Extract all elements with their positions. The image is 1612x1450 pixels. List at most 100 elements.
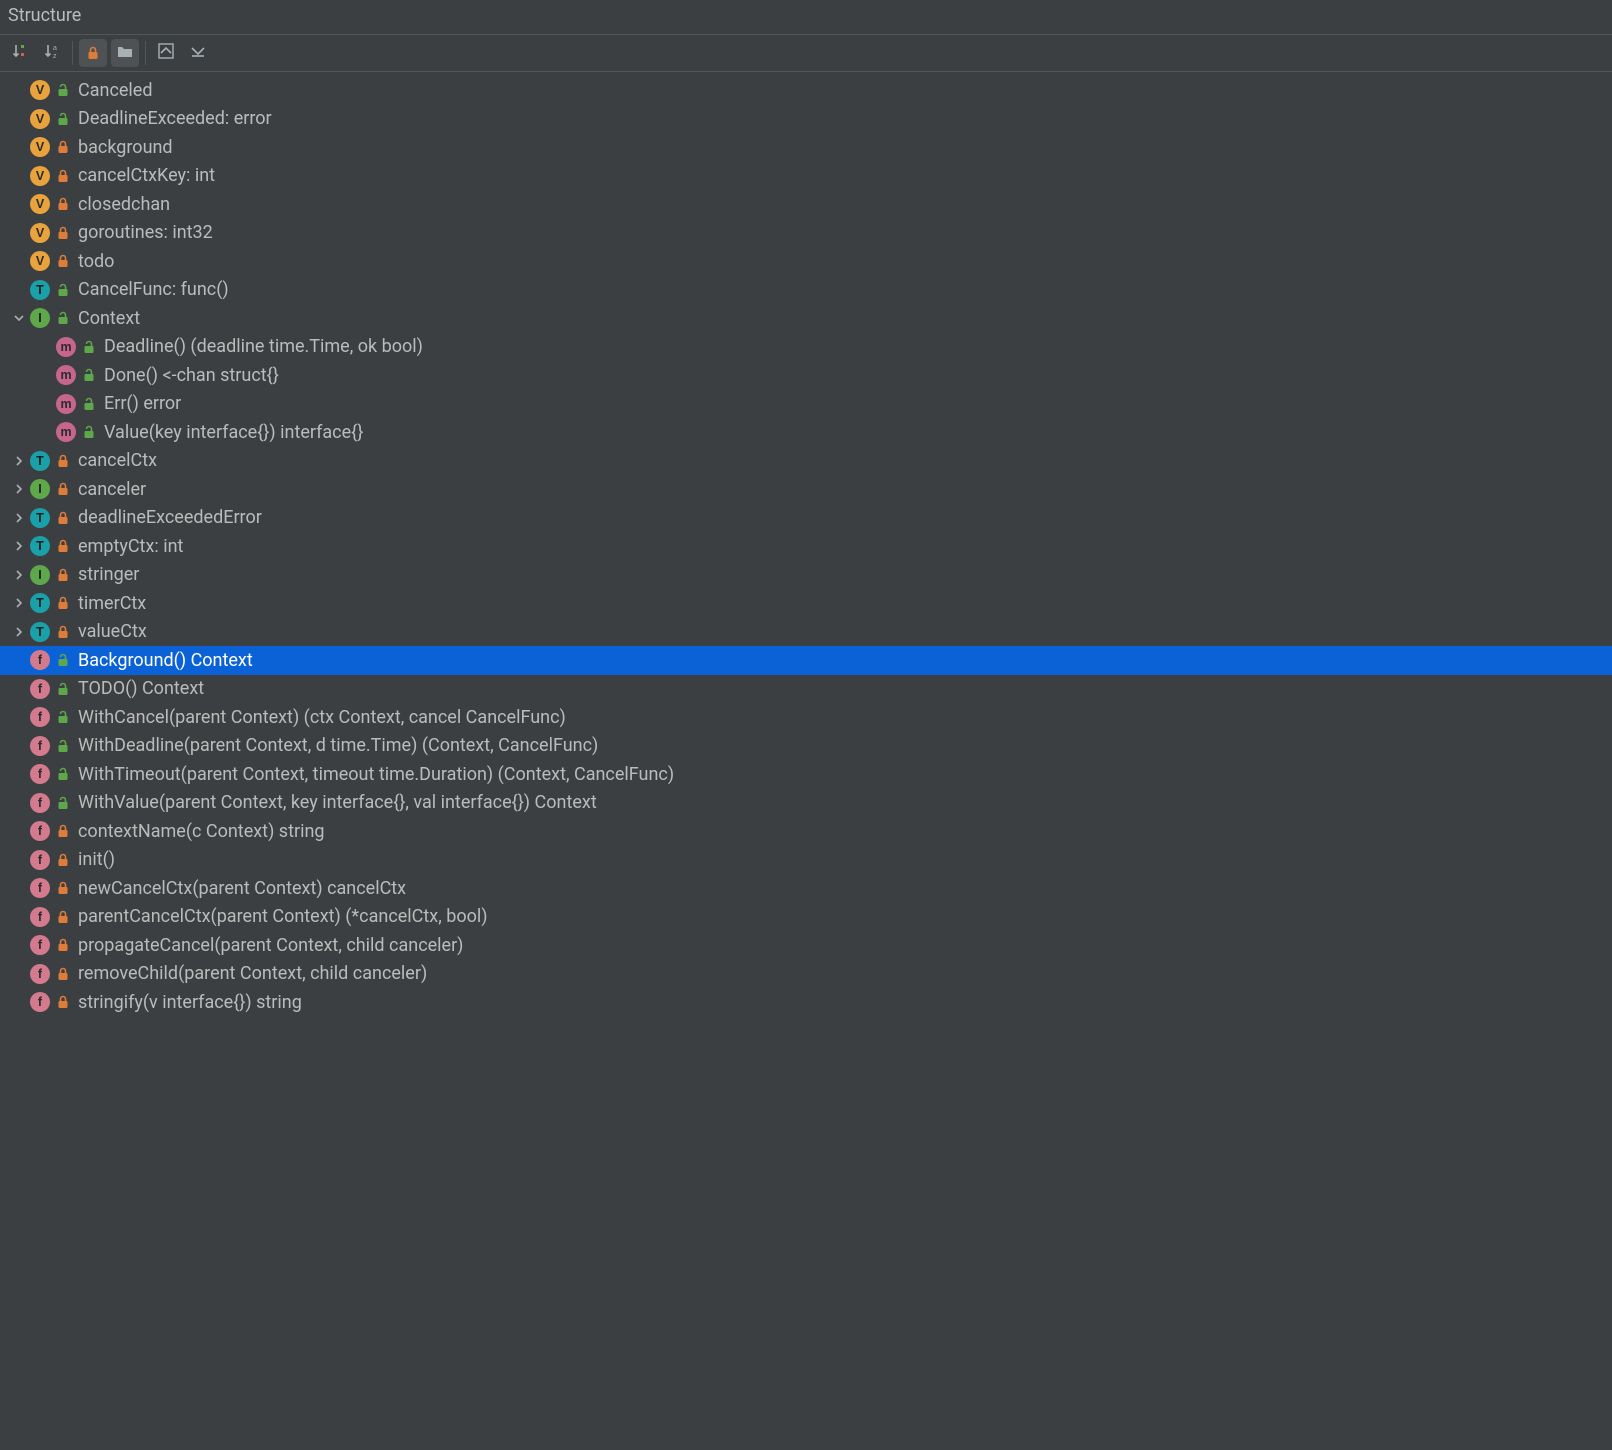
lock-icon bbox=[54, 824, 72, 838]
toolbar-separator bbox=[72, 41, 73, 65]
sort-alphabetically-icon: a z bbox=[42, 41, 62, 66]
kind-badge-interface: I bbox=[30, 479, 50, 499]
expand-all-button[interactable] bbox=[152, 39, 180, 67]
unlock-icon bbox=[80, 425, 98, 439]
tree-row[interactable]: f TODO() Context bbox=[0, 675, 1612, 704]
tree-row[interactable]: T emptyCtx: int bbox=[0, 532, 1612, 561]
chevron-right-icon[interactable] bbox=[8, 483, 30, 495]
kind-badge-variable: V bbox=[30, 166, 50, 186]
tree-row[interactable]: I canceler bbox=[0, 475, 1612, 504]
kind-badge-type: T bbox=[30, 622, 50, 642]
tree-item-label: removeChild(parent Context, child cancel… bbox=[78, 963, 427, 984]
tree-item-label: newCancelCtx(parent Context) cancelCtx bbox=[78, 878, 406, 899]
tree-row[interactable]: V Canceled bbox=[0, 76, 1612, 105]
kind-badge-type: T bbox=[30, 280, 50, 300]
tree-row[interactable]: V cancelCtxKey: int bbox=[0, 162, 1612, 191]
tree-row[interactable]: m Err() error bbox=[0, 390, 1612, 419]
kind-badge-variable: V bbox=[30, 223, 50, 243]
sort-alphabetically-button[interactable]: a z bbox=[38, 39, 66, 67]
tree-row[interactable]: f WithTimeout(parent Context, timeout ti… bbox=[0, 760, 1612, 789]
kind-badge-function: f bbox=[30, 964, 50, 984]
kind-badge-function: f bbox=[30, 650, 50, 670]
chevron-down-icon[interactable] bbox=[8, 312, 30, 324]
unlock-icon bbox=[54, 710, 72, 724]
lock-icon bbox=[54, 511, 72, 525]
collapse-all-icon bbox=[188, 41, 208, 66]
panel-title-text: Structure bbox=[8, 5, 81, 26]
tree-item-label: WithValue(parent Context, key interface{… bbox=[78, 792, 597, 813]
tree-item-label: Done() <-chan struct{} bbox=[104, 365, 279, 386]
lock-icon bbox=[54, 169, 72, 183]
tree-row[interactable]: I Context bbox=[0, 304, 1612, 333]
chevron-right-icon[interactable] bbox=[8, 512, 30, 524]
kind-badge-function: f bbox=[30, 907, 50, 927]
tree-item-label: Value(key interface{}) interface{} bbox=[104, 422, 363, 443]
tree-item-label: Canceled bbox=[78, 80, 153, 101]
tree-row[interactable]: m Done() <-chan struct{} bbox=[0, 361, 1612, 390]
lock-icon bbox=[54, 482, 72, 496]
tree-row[interactable]: V closedchan bbox=[0, 190, 1612, 219]
tree-item-label: Err() error bbox=[104, 393, 181, 414]
tree-row[interactable]: V goroutines: int32 bbox=[0, 219, 1612, 248]
kind-badge-type: T bbox=[30, 593, 50, 613]
show-non-public-toggle-button[interactable] bbox=[79, 39, 107, 67]
tree-row[interactable]: m Value(key interface{}) interface{} bbox=[0, 418, 1612, 447]
svg-text:a: a bbox=[53, 45, 57, 52]
tree-row[interactable]: T valueCtx bbox=[0, 618, 1612, 647]
tree-row[interactable]: V DeadlineExceeded: error bbox=[0, 105, 1612, 134]
kind-badge-interface: I bbox=[30, 565, 50, 585]
kind-badge-variable: V bbox=[30, 109, 50, 129]
tree-row[interactable]: f init() bbox=[0, 846, 1612, 875]
kind-badge-interface: I bbox=[30, 308, 50, 328]
tree-item-label: goroutines: int32 bbox=[78, 222, 213, 243]
toolbar-separator bbox=[145, 41, 146, 65]
chevron-right-icon[interactable] bbox=[8, 569, 30, 581]
lock-icon bbox=[54, 539, 72, 553]
tree-row[interactable]: m Deadline() (deadline time.Time, ok boo… bbox=[0, 333, 1612, 362]
collapse-all-button[interactable] bbox=[184, 39, 212, 67]
sort-by-visibility-button[interactable] bbox=[6, 39, 34, 67]
tree-row[interactable]: T deadlineExceededError bbox=[0, 504, 1612, 533]
tree-row[interactable]: f WithDeadline(parent Context, d time.Ti… bbox=[0, 732, 1612, 761]
tree-row[interactable]: f WithCancel(parent Context) (ctx Contex… bbox=[0, 703, 1612, 732]
sort-by-visibility-icon bbox=[10, 41, 30, 66]
unlock-icon bbox=[80, 368, 98, 382]
tree-item-label: Deadline() (deadline time.Time, ok bool) bbox=[104, 336, 423, 357]
tree-item-label: cancelCtx bbox=[78, 450, 157, 471]
lock-icon bbox=[54, 197, 72, 211]
tree-row[interactable]: f stringify(v interface{}) string bbox=[0, 988, 1612, 1017]
lock-icon bbox=[54, 938, 72, 952]
tree-row[interactable]: f removeChild(parent Context, child canc… bbox=[0, 960, 1612, 989]
lock-icon bbox=[54, 254, 72, 268]
kind-badge-method: m bbox=[56, 422, 76, 442]
chevron-right-icon[interactable] bbox=[8, 455, 30, 467]
tree-row[interactable]: f newCancelCtx(parent Context) cancelCtx bbox=[0, 874, 1612, 903]
tree-row[interactable]: V background bbox=[0, 133, 1612, 162]
lock-icon bbox=[54, 596, 72, 610]
tree-row[interactable]: V todo bbox=[0, 247, 1612, 276]
tree-row[interactable]: f WithValue(parent Context, key interfac… bbox=[0, 789, 1612, 818]
tree-item-label: CancelFunc: func() bbox=[78, 279, 229, 300]
tree-item-label: deadlineExceededError bbox=[78, 507, 262, 528]
tree-item-label: contextName(c Context) string bbox=[78, 821, 325, 842]
group-toggle-button[interactable] bbox=[111, 39, 139, 67]
tree-row[interactable]: T cancelCtx bbox=[0, 447, 1612, 476]
tree-row[interactable]: T timerCtx bbox=[0, 589, 1612, 618]
unlock-icon bbox=[54, 767, 72, 781]
tree-row[interactable]: f contextName(c Context) string bbox=[0, 817, 1612, 846]
tree-row[interactable]: f propagateCancel(parent Context, child … bbox=[0, 931, 1612, 960]
lock-icon bbox=[54, 454, 72, 468]
tree-item-label: WithDeadline(parent Context, d time.Time… bbox=[78, 735, 598, 756]
chevron-right-icon[interactable] bbox=[8, 540, 30, 552]
lock-icon bbox=[54, 853, 72, 867]
tree-row[interactable]: f Background() Context bbox=[0, 646, 1612, 675]
tree-item-label: todo bbox=[78, 251, 114, 272]
tree-item-label: background bbox=[78, 137, 173, 158]
tree-row[interactable]: I stringer bbox=[0, 561, 1612, 590]
tree-row[interactable]: T CancelFunc: func() bbox=[0, 276, 1612, 305]
chevron-right-icon[interactable] bbox=[8, 597, 30, 609]
chevron-right-icon[interactable] bbox=[8, 626, 30, 638]
lock-icon bbox=[54, 568, 72, 582]
tree-row[interactable]: f parentCancelCtx(parent Context) (*canc… bbox=[0, 903, 1612, 932]
kind-badge-function: f bbox=[30, 992, 50, 1012]
